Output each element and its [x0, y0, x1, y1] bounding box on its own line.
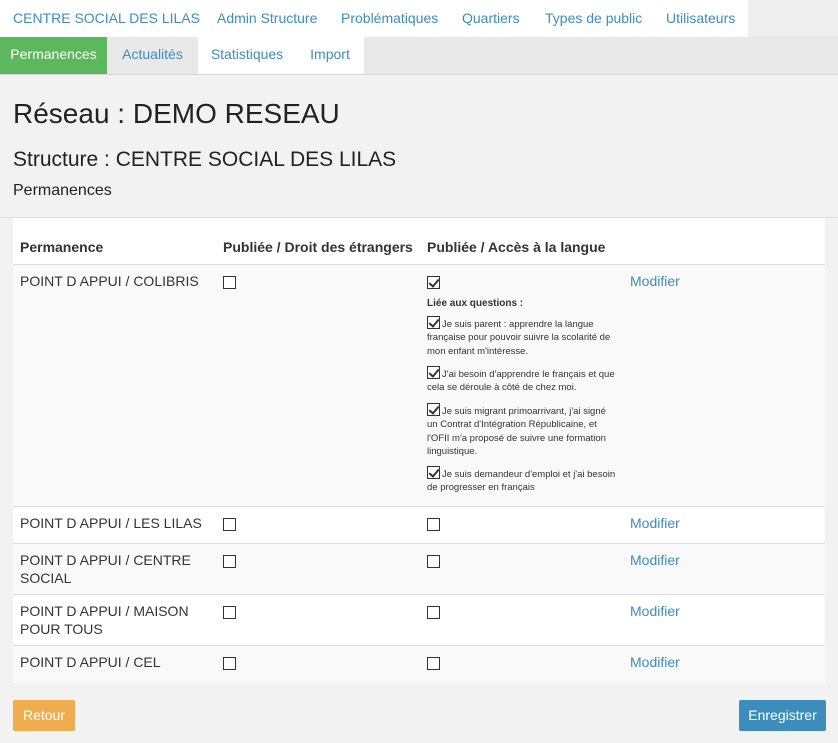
- page-title: Réseau : DEMO RESEAU: [13, 98, 340, 129]
- modify-link[interactable]: Modifier: [630, 515, 680, 531]
- checkbox-langue[interactable]: [427, 555, 440, 568]
- checkbox-droit[interactable]: [223, 657, 236, 670]
- question-text: Je suis parent : apprendre la langue fra…: [427, 319, 611, 357]
- nav-link-quartiers[interactable]: Quartiers: [462, 10, 520, 26]
- modify-link[interactable]: Modifier: [630, 603, 680, 619]
- nav-link-admin-structure[interactable]: Admin Structure: [217, 10, 317, 26]
- modify-link[interactable]: Modifier: [630, 273, 680, 289]
- column-header-langue: Publiée / Accès à la langue: [427, 239, 606, 255]
- top-nav: CENTRE SOCIAL DES LILAS Admin Structure …: [0, 0, 748, 37]
- top-nav-filler: [748, 0, 838, 37]
- permanence-name: POINT D APPUI / CENTRE SOCIAL: [20, 552, 191, 586]
- nav-link-types-de-public[interactable]: Types de public: [545, 10, 642, 26]
- tab-import[interactable]: Import: [296, 37, 364, 74]
- modify-link[interactable]: Modifier: [630, 654, 680, 670]
- checkbox-droit[interactable]: [223, 276, 236, 289]
- permanence-name: POINT D APPUI / MAISON POUR TOUS: [20, 603, 189, 637]
- permanence-name: POINT D APPUI / CEL: [20, 654, 161, 670]
- page-subtitle: Permanences: [13, 182, 112, 199]
- page-header: [0, 75, 838, 218]
- modify-link[interactable]: Modifier: [630, 552, 680, 568]
- nav-link-utilisateurs[interactable]: Utilisateurs: [666, 10, 735, 26]
- structure-title: Structure : CENTRE SOCIAL DES LILAS: [13, 148, 397, 171]
- tab-statistiques[interactable]: Statistiques: [198, 37, 296, 74]
- linked-questions-label: Liée aux questions :: [427, 298, 524, 309]
- checkbox-droit[interactable]: [223, 555, 236, 568]
- nav-link-problematiques[interactable]: Problématiques: [341, 10, 438, 26]
- column-header-permanence: Permanence: [20, 239, 104, 255]
- question-text: Je suis demandeur d'emploi et j'ai besoi…: [427, 469, 616, 494]
- save-button[interactable]: Enregistrer: [739, 700, 826, 731]
- table-row: [13, 265, 825, 506]
- checkbox-droit[interactable]: [223, 518, 236, 531]
- checkbox-langue[interactable]: [427, 518, 440, 531]
- permanence-name: POINT D APPUI / COLIBRIS: [20, 273, 199, 289]
- question-text: Je suis migrant primoarrivant, j'ai sign…: [427, 406, 606, 457]
- tab-permanences[interactable]: Permanences: [0, 37, 107, 74]
- permanence-name: POINT D APPUI / LES LILAS: [20, 515, 202, 531]
- tab-bar: Permanences Actualités Statistiques Impo…: [0, 37, 838, 75]
- nav-link-structure[interactable]: CENTRE SOCIAL DES LILAS: [13, 10, 200, 26]
- back-button[interactable]: Retour: [13, 700, 75, 731]
- row-divider: [13, 594, 825, 595]
- checkbox-langue[interactable]: [427, 657, 440, 670]
- tab-actualites[interactable]: Actualités: [107, 37, 198, 74]
- checkbox-langue[interactable]: [427, 606, 440, 619]
- question-text: J'ai besoin d'apprendre le français et q…: [427, 369, 615, 394]
- row-divider: [13, 506, 825, 507]
- checkbox-droit[interactable]: [223, 606, 236, 619]
- checkbox-langue[interactable]: [427, 276, 440, 289]
- column-header-droit: Publiée / Droit des étrangers: [223, 239, 413, 255]
